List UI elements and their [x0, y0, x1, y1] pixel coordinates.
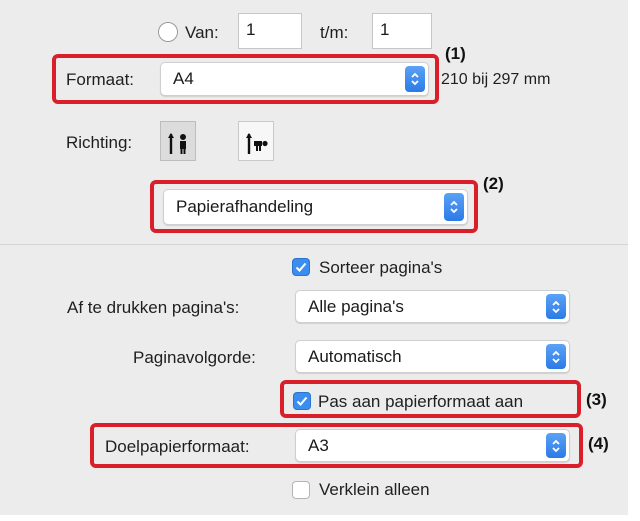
range-radio[interactable]	[158, 22, 178, 42]
van-label: Van:	[185, 23, 219, 42]
section-value: Papierafhandeling	[176, 197, 314, 216]
scale-to-paper-checkbox[interactable]	[293, 392, 311, 410]
portrait-orientation-button[interactable]	[160, 121, 196, 161]
dest-paper-label: Doelpapierformaat:	[105, 437, 250, 456]
section-divider	[0, 244, 628, 245]
print-dialog-panel: Van: 1 t/m: 1 (1) Formaat: A4 210 bij 29…	[0, 0, 628, 515]
orientation-label: Richting:	[66, 133, 133, 152]
pages-to-print-label: Af te drukken pagina's:	[67, 298, 240, 317]
landscape-orientation-button[interactable]	[238, 121, 274, 161]
page-order-label: Paginavolgorde:	[133, 348, 256, 367]
dest-paper-select[interactable]: A3	[295, 429, 570, 462]
stepper-icon	[405, 66, 425, 92]
stepper-icon	[444, 193, 464, 221]
from-page-field[interactable]: 1	[238, 13, 302, 49]
scale-to-paper-label: Pas aan papierformaat aan	[318, 392, 524, 411]
callout-1: (1)	[445, 44, 466, 63]
collate-checkbox[interactable]	[292, 258, 310, 276]
callout-3: (3)	[586, 390, 607, 409]
stepper-icon	[546, 294, 566, 319]
collate-label: Sorteer pagina's	[319, 258, 443, 277]
stepper-icon	[546, 344, 566, 369]
pages-to-print-value: Alle pagina's	[308, 296, 404, 316]
callout-4: (4)	[588, 434, 609, 453]
to-page-value: 1	[380, 20, 390, 39]
dest-paper-value: A3	[308, 435, 329, 455]
format-label: Formaat:	[66, 70, 135, 89]
pages-to-print-select[interactable]: Alle pagina's	[295, 290, 570, 323]
checkmark-icon	[295, 262, 307, 272]
from-page-value: 1	[246, 20, 256, 39]
scale-down-only-label: Verklein alleen	[319, 480, 430, 499]
section-select[interactable]: Papierafhandeling	[163, 189, 468, 225]
to-page-field[interactable]: 1	[372, 13, 432, 49]
tm-label: t/m:	[320, 23, 349, 42]
stepper-icon	[546, 433, 566, 458]
callout-2: (2)	[483, 174, 504, 193]
page-order-value: Automatisch	[308, 346, 402, 366]
scale-down-only-checkbox[interactable]	[292, 481, 310, 499]
landscape-icon	[246, 133, 268, 154]
page-order-select[interactable]: Automatisch	[295, 340, 570, 373]
format-select[interactable]: A4	[160, 62, 429, 96]
format-value: A4	[173, 69, 194, 88]
paper-size-text: 210 bij 297 mm	[441, 71, 551, 88]
portrait-icon	[168, 133, 186, 154]
checkmark-icon	[296, 396, 308, 406]
